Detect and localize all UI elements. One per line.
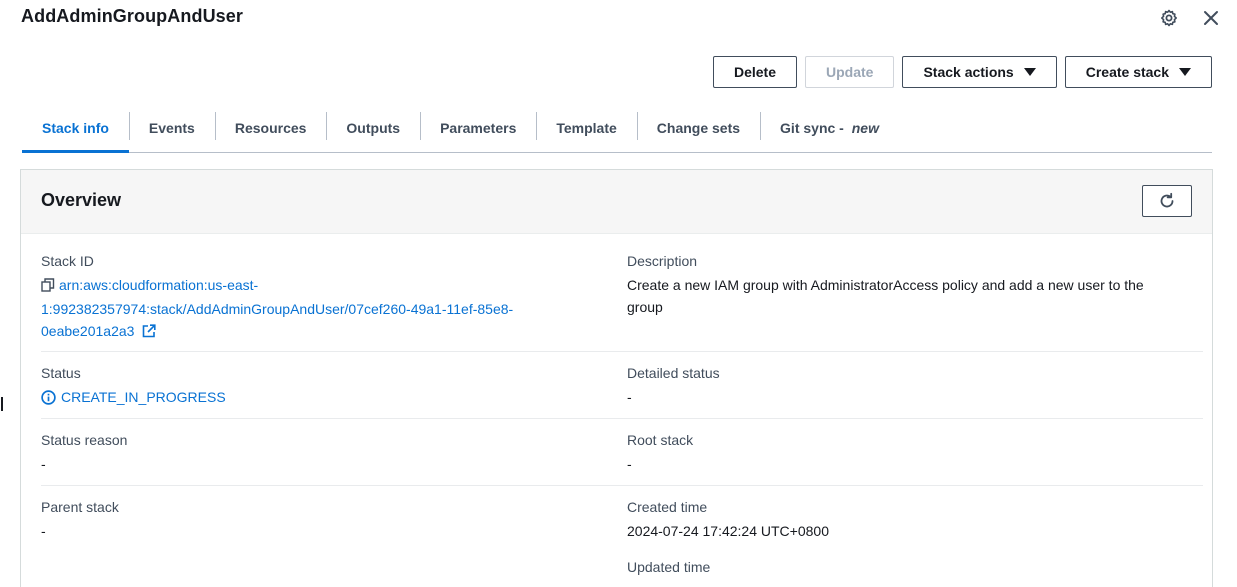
copy-icon[interactable] [41,276,55,298]
stack-id-line-1[interactable]: arn:aws:cloudformation:us-east- [59,277,258,293]
created-time-value: 2024-07-24 17:42:24 UTC+0800 [627,523,829,539]
tab-change-sets[interactable]: Change sets [636,104,760,152]
new-badge: new [851,120,879,136]
delete-button-label: Delete [733,64,776,80]
detailed-status-field: Detailed status - [627,362,1197,408]
status-label: Status [41,365,81,381]
parent-stack-value: - [41,523,46,539]
tab-bar: Stack info Events Resources Outputs Para… [22,104,1212,153]
update-button-label: Update [826,64,874,80]
root-stack-field: Root stack - [627,429,1197,475]
stack-id-field: Stack ID arn:aws:cloudformation:us-east-… [41,250,561,344]
overview-row: Stack ID arn:aws:cloudformation:us-east-… [41,250,1203,352]
caret-down-icon [1023,68,1036,76]
refresh-button[interactable] [1142,185,1192,217]
stack-actions-bar: Delete Update Stack actions Create stack [712,56,1212,88]
update-button[interactable]: Update [805,56,895,88]
stack-actions-dropdown[interactable]: Stack actions [902,56,1057,88]
tab-resources[interactable]: Resources [214,104,327,152]
status-indicator: CREATE_IN_PROGRESS [41,386,561,408]
description-label: Description [627,253,698,269]
tab-label: Outputs [346,120,401,136]
stack-id-value: arn:aws:cloudformation:us-east- 1:992382… [41,274,561,344]
root-stack-value: - [627,456,632,472]
overview-row: Parent stack - Created time 2024-07-24 1… [41,496,1203,587]
tab-label: Events [148,120,195,136]
stack-id-line-3[interactable]: 0eabe201a2a3 [41,323,134,339]
detailed-status-label: Detailed status [627,365,720,381]
tab-label: Resources [234,120,307,136]
root-stack-label: Root stack [627,432,694,448]
overview-row: Status reason - Root stack - [41,429,1203,486]
description-field: Description Create a new IAM group with … [627,250,1197,318]
created-time-field: Created time 2024-07-24 17:42:24 UTC+080… [627,496,1197,578]
status-reason-value: - [41,456,46,472]
refresh-icon [1160,192,1174,208]
text-cursor [1,397,3,411]
create-stack-dropdown[interactable]: Create stack [1064,56,1212,88]
stack-actions-label: Stack actions [923,64,1014,80]
overview-row: Status CREATE_IN_PROGRESS Detailed statu… [41,362,1203,419]
tab-outputs[interactable]: Outputs [326,104,420,152]
tab-events[interactable]: Events [128,104,215,152]
gear-icon[interactable] [1157,7,1181,29]
status-value: CREATE_IN_PROGRESS [61,389,226,405]
parent-stack-field: Parent stack - [41,496,561,542]
create-stack-label: Create stack [1085,64,1169,80]
tab-label: Change sets [656,120,741,136]
stack-id-line-2[interactable]: 1:992382357974:stack/AddAdminGroupAndUse… [41,298,561,320]
stack-id-label: Stack ID [41,253,94,269]
status-reason-label: Status reason [41,432,128,448]
close-icon[interactable] [1199,7,1223,29]
updated-time-label: Updated time [627,559,711,575]
status-reason-field: Status reason - [41,429,561,475]
tab-label: Template [556,120,617,136]
status-field: Status CREATE_IN_PROGRESS [41,362,561,408]
overview-panel: Overview Stack ID arn:aws:cloudformation… [20,169,1213,587]
top-icons [1157,7,1223,29]
description-value: Create a new IAM group with Administrato… [627,274,1197,318]
overview-title: Overview [41,190,122,210]
detailed-status-value: - [627,389,632,405]
overview-header: Overview [21,170,1212,234]
tab-template[interactable]: Template [536,104,636,152]
description-line-1: Create a new IAM group with Administrato… [627,277,1144,293]
tab-stack-info[interactable]: Stack info [22,104,129,153]
tab-label: Stack info [42,120,109,136]
info-icon [41,389,56,405]
external-link-icon[interactable] [142,322,156,344]
created-time-label: Created time [627,499,708,515]
caret-down-icon [1179,68,1191,76]
delete-button[interactable]: Delete [712,56,797,88]
tab-git-sync[interactable]: Git sync - new [760,104,899,152]
tab-parameters[interactable]: Parameters [420,104,536,152]
description-line-2: group [627,299,663,315]
tab-label: Parameters [440,120,517,136]
parent-stack-label: Parent stack [41,499,119,515]
page-title: AddAdminGroupAndUser [21,6,243,26]
tab-label: Git sync - [780,120,848,136]
